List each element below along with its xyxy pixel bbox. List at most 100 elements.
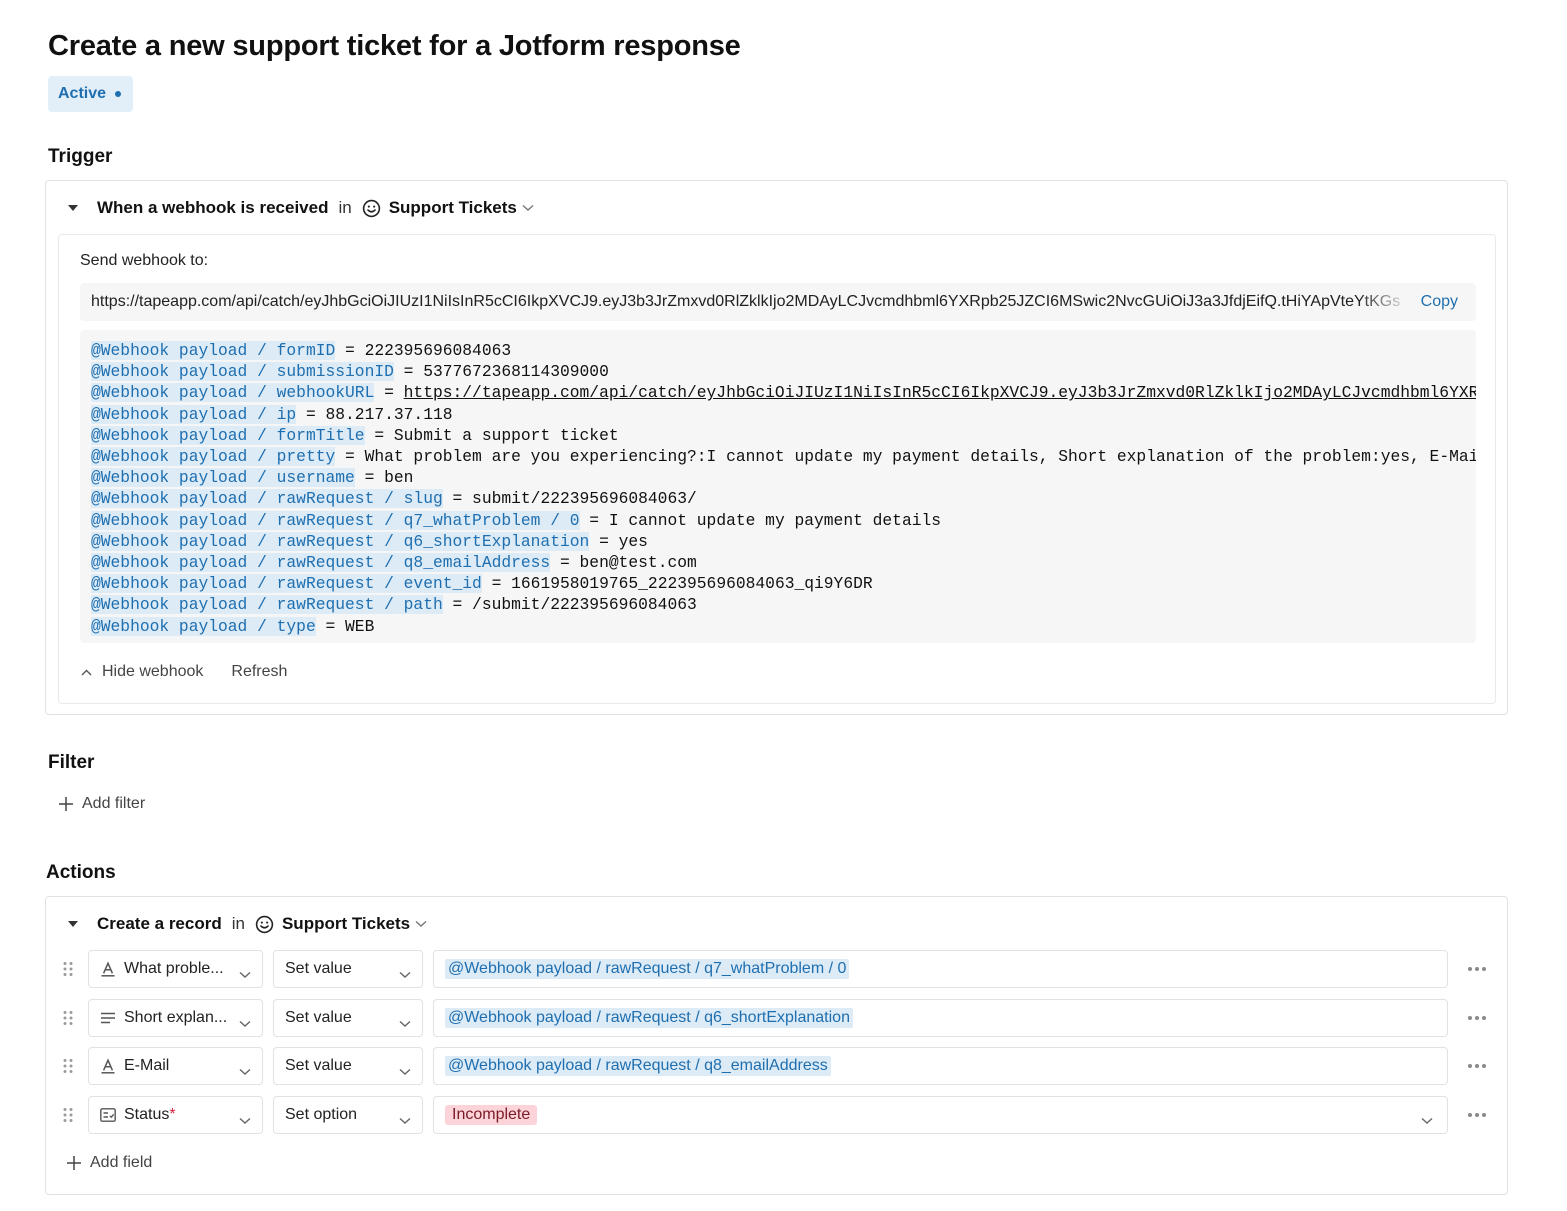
payload-key[interactable]: @Webhook payload / formTitle — [91, 425, 365, 445]
mode-label: Set value — [285, 1008, 352, 1026]
payload-key[interactable]: @Webhook payload / ip — [91, 404, 297, 424]
plus-icon — [67, 1156, 81, 1170]
payload-value: 88.217.37.118 — [325, 404, 453, 424]
payload-value: Submit a support ticket — [393, 425, 619, 445]
payload-line: @Webhook payload / rawRequest / path = /… — [91, 594, 1476, 615]
variable-token[interactable]: @Webhook payload / rawRequest / q8_email… — [445, 1056, 831, 1077]
payload-equals: = — [579, 510, 609, 530]
collapse-caret-icon[interactable] — [68, 205, 78, 211]
action-field-row: Short explan... Set value @Webhook payload… — [62, 998, 1492, 1037]
webhook-payload: @Webhook payload / formID = 222395696084… — [80, 330, 1476, 643]
payload-equals: = — [364, 425, 394, 445]
status-label: Active — [58, 85, 107, 102]
payload-equals: = — [550, 553, 580, 573]
payload-line: @Webhook payload / submissionID = 537767… — [91, 361, 1476, 382]
chevron-down-icon — [239, 1112, 251, 1130]
mode-select[interactable]: Set value — [273, 950, 423, 988]
more-options-icon[interactable] — [1468, 1113, 1486, 1118]
value-input[interactable]: @Webhook payload / rawRequest / q7_whatP… — [433, 950, 1448, 988]
webhook-footer: Hide webhook Refresh — [81, 663, 287, 681]
chevron-down-icon[interactable] — [522, 204, 534, 212]
drag-handle-icon[interactable] — [62, 1010, 74, 1026]
option-chip[interactable]: Incomplete — [445, 1105, 538, 1126]
text-field-icon — [99, 960, 117, 978]
action-header: Create a record in Support Tickets — [66, 912, 427, 936]
mode-select[interactable]: Set value — [273, 998, 423, 1037]
trigger-section-title: Trigger — [48, 146, 113, 167]
chevron-down-icon[interactable] — [1421, 1112, 1433, 1130]
hide-webhook-button[interactable]: Hide webhook — [81, 663, 203, 681]
field-select[interactable]: Short explan... — [88, 998, 263, 1037]
payload-line: @Webhook payload / rawRequest / event_id… — [91, 573, 1476, 594]
more-options-icon[interactable] — [1468, 1015, 1486, 1020]
drag-handle-icon[interactable] — [62, 1107, 74, 1123]
value-input[interactable]: @Webhook payload / rawRequest / q6_short… — [433, 998, 1448, 1037]
value-input[interactable]: @Webhook payload / rawRequest / q8_email… — [433, 1047, 1448, 1086]
payload-key[interactable]: @Webhook payload / formID — [91, 341, 336, 360]
drag-handle-icon[interactable] — [62, 961, 74, 977]
variable-token[interactable]: @Webhook payload / rawRequest / q7_whatP… — [445, 959, 850, 979]
add-field-button[interactable]: Add field — [66, 1154, 152, 1172]
variable-token[interactable]: @Webhook payload / rawRequest / q6_short… — [445, 1007, 853, 1028]
status-dot-icon — [115, 91, 122, 97]
chevron-down-icon — [399, 1063, 411, 1081]
payload-equals: = — [393, 362, 424, 382]
mode-label: Set value — [285, 1057, 352, 1075]
payload-line: @Webhook payload / rawRequest / slug = s… — [91, 488, 1476, 509]
field-label: Short explan... — [124, 1008, 228, 1026]
action-event[interactable]: Create a record — [97, 914, 222, 934]
mode-select[interactable]: Set option — [273, 1096, 423, 1135]
payload-equals: = — [335, 341, 365, 360]
field-select[interactable]: What proble... — [88, 950, 263, 988]
payload-link[interactable]: https://tapeapp.com/api/catch/eyJhbGciOi… — [404, 383, 1476, 402]
mode-select[interactable]: Set value — [273, 1047, 423, 1086]
field-select[interactable]: E-Mail — [88, 1047, 263, 1086]
webhook-panel: Send webhook to: https://tapeapp.com/api… — [58, 234, 1496, 704]
payload-key[interactable]: @Webhook payload / rawRequest / q8_email… — [91, 553, 551, 573]
drag-handle-icon[interactable] — [62, 1058, 74, 1074]
field-label: What proble... — [124, 960, 224, 977]
action-app-name[interactable]: Support Tickets — [282, 914, 410, 934]
payload-line: @Webhook payload / pretty = What problem… — [91, 446, 1476, 467]
payload-line: @Webhook payload / username = ben — [91, 467, 1476, 488]
status-badge[interactable]: Active — [48, 76, 134, 112]
trigger-in-label: in — [338, 198, 352, 217]
payload-value: yes — [618, 531, 648, 551]
payload-key[interactable]: @Webhook payload / submissionID — [91, 362, 394, 382]
payload-value: /submit/222395696084063 — [472, 595, 697, 615]
payload-key[interactable]: @Webhook payload / webhookURL — [91, 383, 375, 403]
payload-key[interactable]: @Webhook payload / rawRequest / q6_short… — [91, 531, 590, 551]
more-options-icon[interactable] — [1468, 967, 1486, 971]
copy-button[interactable]: Copy — [1421, 293, 1458, 311]
payload-equals: = — [296, 404, 326, 424]
single-select-icon — [99, 1106, 117, 1124]
chevron-down-icon — [399, 1112, 411, 1130]
webhook-url[interactable]: https://tapeapp.com/api/catch/eyJhbGciOi… — [91, 293, 1411, 311]
payload-value: submit/222395696084063/ — [472, 489, 697, 509]
add-filter-label: Add filter — [82, 795, 146, 812]
payload-value: 1661958019765_222395696084063_qi9Y6DR — [511, 574, 873, 594]
action-field-row: E-Mail Set value @Webhook payload / rawReq… — [62, 1047, 1492, 1086]
payload-value: 5377672368114309000 — [423, 362, 609, 382]
trigger-event[interactable]: When a webhook is received — [97, 198, 328, 218]
value-input[interactable]: Incomplete — [433, 1096, 1448, 1135]
webhook-url-field[interactable]: https://tapeapp.com/api/catch/eyJhbGciOi… — [80, 283, 1476, 321]
payload-key[interactable]: @Webhook payload / type — [91, 616, 316, 636]
refresh-button[interactable]: Refresh — [231, 663, 287, 681]
payload-key[interactable]: @Webhook payload / pretty — [91, 447, 336, 467]
filter-section-title: Filter — [48, 752, 95, 773]
payload-value: I cannot update my payment details — [608, 510, 942, 530]
payload-key[interactable]: @Webhook payload / username — [91, 468, 355, 488]
chevron-down-icon[interactable] — [415, 920, 427, 928]
payload-key[interactable]: @Webhook payload / rawRequest / path — [91, 595, 443, 615]
payload-equals: = — [442, 595, 473, 615]
payload-key[interactable]: @Webhook payload / rawRequest / slug — [91, 489, 443, 509]
add-filter-button[interactable]: Add filter — [58, 795, 145, 813]
more-options-icon[interactable] — [1468, 1064, 1486, 1069]
smiley-icon — [255, 915, 274, 933]
payload-key[interactable]: @Webhook payload / rawRequest / q7_whatP… — [91, 510, 580, 530]
field-select[interactable]: Status* — [88, 1096, 263, 1135]
payload-key[interactable]: @Webhook payload / rawRequest / event_id — [91, 574, 482, 594]
collapse-caret-icon[interactable] — [68, 921, 78, 927]
trigger-app-name[interactable]: Support Tickets — [389, 198, 517, 218]
